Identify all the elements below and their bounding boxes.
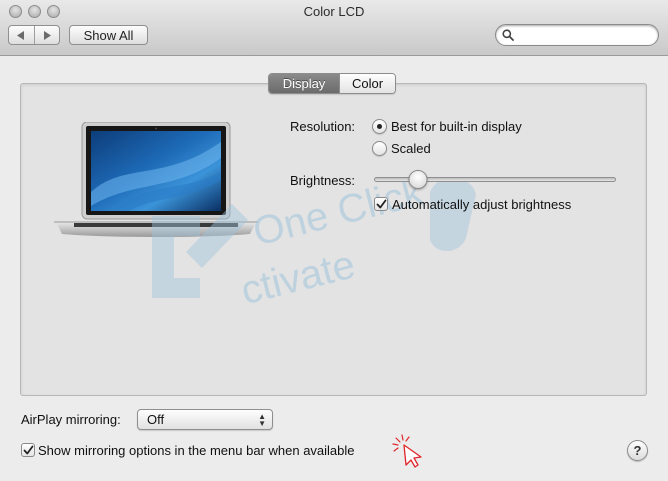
resolution-label: Resolution: (290, 119, 356, 134)
tab-bar: Display Color (268, 73, 397, 94)
airplay-mirroring-popup[interactable]: Off ▲ ▼ (137, 409, 273, 430)
tab-display[interactable]: Display (269, 74, 339, 93)
brightness-slider-knob[interactable] (408, 170, 428, 189)
back-button[interactable] (9, 26, 34, 44)
resolution-best-label[interactable]: Best for built-in display (391, 119, 522, 134)
brightness-label: Brightness: (290, 173, 356, 188)
airplay-mirroring-value: Off (147, 412, 165, 427)
show-mirroring-checkbox[interactable] (21, 443, 35, 457)
show-mirroring-label[interactable]: Show mirroring options in the menu bar w… (38, 443, 355, 458)
macbook-air-image (54, 122, 258, 237)
help-button[interactable]: ? (627, 440, 648, 461)
window-title: Color LCD (303, 4, 365, 19)
window-toolbar: Color LCD Show All (0, 0, 668, 56)
airplay-mirroring-label: AirPlay mirroring: (21, 412, 121, 427)
auto-brightness-label[interactable]: Automatically adjust brightness (392, 197, 571, 212)
back-forward-buttons (8, 25, 60, 45)
auto-brightness-checkbox[interactable] (374, 197, 388, 211)
resolution-scaled-label[interactable]: Scaled (391, 141, 431, 156)
checkmark-icon (23, 445, 33, 454)
checkmark-icon (376, 199, 386, 208)
magnifier-icon (502, 29, 514, 41)
resolution-best-radio[interactable] (372, 119, 387, 134)
back-arrow-icon (17, 30, 25, 40)
forward-arrow-icon (43, 30, 51, 40)
search-field[interactable] (495, 24, 659, 46)
popup-arrows-icon: ▲ ▼ (258, 412, 266, 428)
search-input[interactable] (518, 28, 650, 42)
tab-color[interactable]: Color (339, 74, 396, 93)
show-all-button[interactable]: Show All (69, 25, 148, 45)
forward-button[interactable] (33, 26, 60, 44)
click-cursor-icon (392, 434, 422, 468)
resolution-scaled-radio[interactable] (372, 141, 387, 156)
